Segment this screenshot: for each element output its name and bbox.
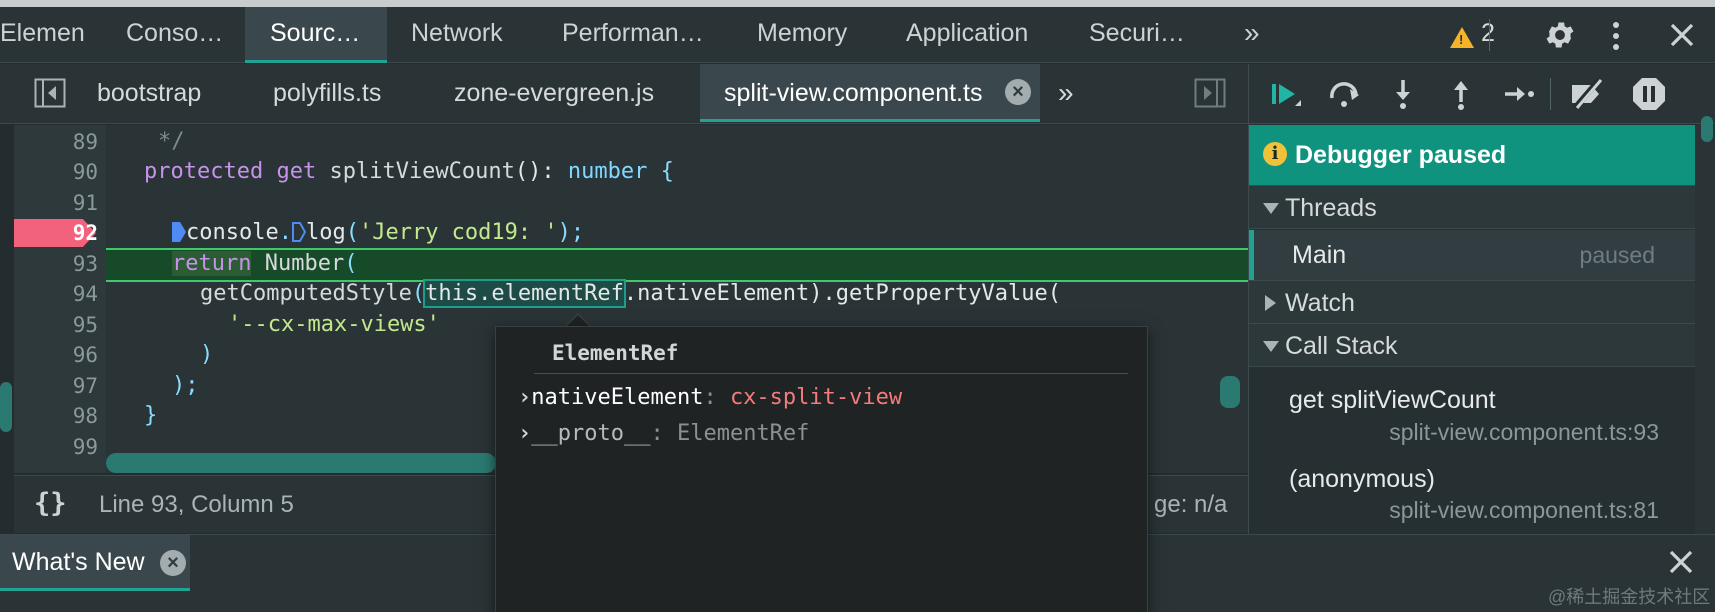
file-tab-split-view-component[interactable]: split-view.component.ts × bbox=[700, 64, 1040, 122]
code-line-89: */ bbox=[158, 129, 185, 154]
expand-triangle-icon bbox=[1263, 341, 1279, 352]
file-tab-zone-evergreen[interactable]: zone-evergreen.js bbox=[454, 64, 654, 122]
navigator-resize-handle[interactable] bbox=[0, 382, 12, 432]
coverage-status: ge: n/a bbox=[1154, 491, 1228, 518]
step-over-icon[interactable] bbox=[1326, 76, 1362, 112]
file-tab-polyfills[interactable]: polyfills.ts bbox=[273, 64, 381, 122]
more-options-icon[interactable] bbox=[1610, 20, 1622, 52]
window-top-edge bbox=[0, 0, 1715, 7]
line-number: 90 bbox=[72, 160, 98, 184]
line-number: 96 bbox=[72, 343, 98, 367]
line-number: 97 bbox=[72, 374, 98, 398]
file-tab-bar: bootstrap polyfills.ts zone-evergreen.js… bbox=[0, 64, 1248, 124]
pause-on-exceptions-icon[interactable] bbox=[1631, 76, 1667, 112]
cursor-position: Line 93, Column 5 bbox=[99, 491, 294, 518]
hovered-expression[interactable]: this.elementRef bbox=[423, 279, 626, 308]
pretty-print-icon[interactable]: {} bbox=[34, 488, 67, 519]
tab-console[interactable]: Conso… bbox=[126, 7, 236, 63]
line-number: 95 bbox=[72, 313, 98, 337]
callstack-section-header[interactable]: Call Stack bbox=[1249, 323, 1695, 367]
code-line-96: ) bbox=[200, 342, 214, 367]
expand-chevron-icon: › bbox=[518, 421, 532, 446]
line-number: 93 bbox=[72, 252, 98, 276]
close-tab-icon[interactable]: × bbox=[1005, 79, 1031, 105]
debugger-toolbar bbox=[1249, 64, 1715, 124]
paused-message: Debugger paused bbox=[1295, 141, 1507, 169]
main-tab-bar: Elemen… Conso… Sourc… Network Performan…… bbox=[0, 7, 1715, 63]
file-tab-label: split-view.component.ts bbox=[724, 79, 983, 107]
settings-gear-icon[interactable] bbox=[1543, 18, 1577, 52]
code-line-90: protected get splitViewCount(): number { bbox=[144, 159, 674, 184]
close-drawer-tab-icon[interactable]: × bbox=[160, 550, 186, 576]
more-tabs-button[interactable]: » bbox=[1244, 7, 1260, 59]
step-icon[interactable] bbox=[1501, 76, 1537, 112]
tab-network[interactable]: Network bbox=[411, 7, 531, 63]
step-into-icon[interactable] bbox=[1385, 76, 1421, 112]
warning-count: 2 bbox=[1481, 19, 1495, 47]
collapse-triangle-icon bbox=[1265, 295, 1276, 311]
deactivate-breakpoints-icon[interactable] bbox=[1569, 76, 1605, 112]
code-line-97: ); bbox=[172, 373, 199, 398]
property-row-native-element[interactable]: ›nativeElement: cx-split-view bbox=[518, 385, 902, 410]
editor-vertical-scrollbar[interactable] bbox=[1220, 376, 1240, 408]
info-icon: i bbox=[1263, 142, 1287, 166]
horizontal-scrollbar[interactable] bbox=[106, 453, 496, 473]
drawer-tab-whats-new[interactable]: What's New × bbox=[0, 535, 190, 591]
inline-breakpoint-icon[interactable] bbox=[172, 222, 186, 242]
line-number: 94 bbox=[72, 282, 98, 306]
toggle-navigator-icon[interactable] bbox=[34, 78, 66, 108]
inline-breakpoint-outline-icon[interactable] bbox=[291, 222, 306, 242]
expand-chevron-icon: › bbox=[518, 385, 532, 410]
debugger-sidebar: i Debugger paused Threads Main paused Wa… bbox=[1248, 64, 1715, 534]
line-number: 99 bbox=[72, 435, 98, 459]
sidebar-scrollbar[interactable] bbox=[1701, 116, 1713, 142]
close-drawer-icon[interactable] bbox=[1668, 549, 1694, 575]
line-number: 98 bbox=[72, 404, 98, 428]
expand-triangle-icon bbox=[1263, 203, 1279, 214]
tab-elements[interactable]: Elemen… bbox=[0, 7, 85, 63]
line-number: 91 bbox=[72, 191, 98, 215]
watermark-text: @稀土掘金技术社区 bbox=[1548, 587, 1711, 607]
tab-memory[interactable]: Memory bbox=[757, 7, 867, 63]
watch-section-header[interactable]: Watch bbox=[1249, 280, 1695, 324]
resume-icon[interactable] bbox=[1267, 76, 1303, 112]
toggle-debugger-sidebar-icon[interactable] bbox=[1194, 78, 1226, 108]
drawer-tab-label: What's New bbox=[12, 548, 145, 576]
object-preview-popover: ElementRef ›nativeElement: cx-split-view… bbox=[495, 326, 1148, 612]
code-line-98: } bbox=[144, 403, 158, 428]
file-tab-bootstrap[interactable]: bootstrap bbox=[97, 64, 201, 122]
code-line-94: getComputedStyle(this.elementRef.nativeE… bbox=[200, 279, 1061, 308]
step-out-icon[interactable] bbox=[1443, 76, 1479, 112]
line-number-breakpoint: 92 bbox=[72, 221, 98, 245]
popover-title: ElementRef bbox=[552, 341, 679, 365]
tab-sources[interactable]: Sourc… bbox=[245, 7, 387, 63]
close-devtools-icon[interactable] bbox=[1669, 22, 1695, 48]
tab-performance[interactable]: Performan… bbox=[562, 7, 712, 63]
code-line-95: '--cx-max-views' bbox=[228, 312, 440, 337]
thread-item-main[interactable]: Main paused bbox=[1249, 230, 1695, 280]
tab-security[interactable]: Securi… bbox=[1089, 7, 1189, 63]
debugger-paused-banner: i Debugger paused bbox=[1249, 125, 1695, 185]
more-file-tabs-button[interactable]: » bbox=[1058, 64, 1074, 122]
threads-section-header[interactable]: Threads bbox=[1249, 185, 1695, 229]
tab-application[interactable]: Application bbox=[906, 7, 1056, 63]
line-number: 89 bbox=[72, 130, 98, 154]
code-line-93: return Number( bbox=[172, 251, 358, 276]
code-line-92: console. log('Jerry cod19: '); bbox=[172, 218, 584, 248]
property-row-proto[interactable]: ›__proto__: ElementRef bbox=[518, 421, 809, 446]
